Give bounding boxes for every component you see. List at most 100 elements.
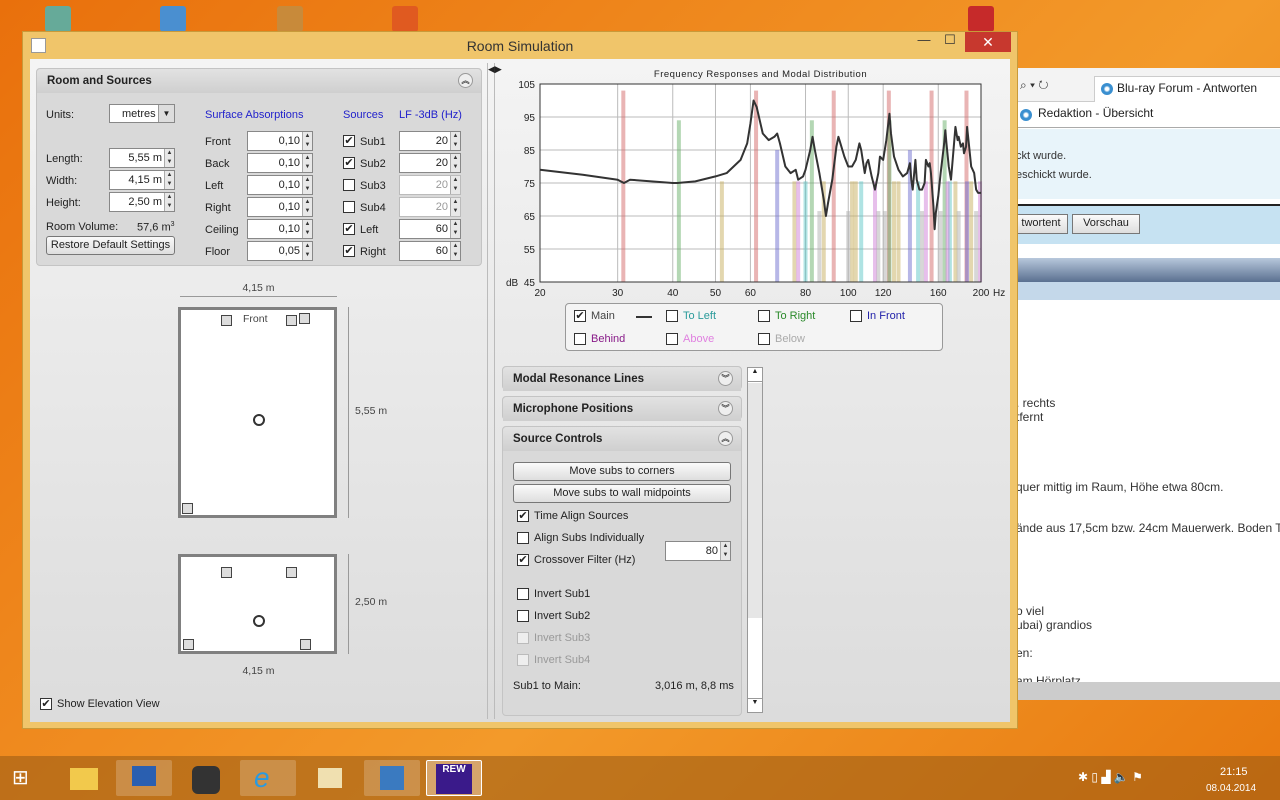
scroll-thumb[interactable] <box>748 383 762 618</box>
desktop-rss-icon[interactable] <box>392 6 418 32</box>
height-input[interactable]: 2,50 m <box>109 192 175 212</box>
scroll-up-icon[interactable]: ▲ <box>748 368 762 382</box>
desktop-pdf-icon[interactable] <box>968 6 994 32</box>
length-input[interactable]: 5,55 m <box>109 148 175 168</box>
absorption-input[interactable]: 0,10 <box>247 131 313 151</box>
right-speaker[interactable] <box>286 567 297 578</box>
option-checkbox[interactable]: ✔ <box>517 554 529 566</box>
right-speaker[interactable] <box>286 315 297 326</box>
legend-checkbox[interactable] <box>666 310 678 322</box>
invert-checkbox[interactable] <box>517 610 529 622</box>
source-checkbox[interactable] <box>343 201 355 213</box>
chevron-down-icon[interactable]: ▼ <box>158 105 174 122</box>
width-input[interactable]: 4,15 m <box>109 170 175 190</box>
preview-button[interactable]: Vorschau <box>1072 214 1140 234</box>
left-speaker[interactable] <box>221 567 232 578</box>
tray-icons[interactable]: ✱ ▯ ▟ 🔈 ⚑ <box>1078 770 1143 784</box>
legend-checkbox[interactable]: ✔ <box>574 310 586 322</box>
start-windows-icon[interactable]: ⊞ <box>12 768 38 790</box>
expand-icon[interactable]: ︾ <box>718 371 733 386</box>
absorption-input[interactable]: 0,10 <box>247 219 313 239</box>
lf-input[interactable]: 20 <box>399 197 461 217</box>
invert-checkbox[interactable] <box>517 588 529 600</box>
units-dropdown[interactable]: metres ▼ <box>109 104 175 123</box>
sub1-speaker[interactable] <box>183 639 194 650</box>
modal-lines-panel[interactable]: Modal Resonance Lines ︾ <box>502 366 742 391</box>
favorite-link[interactable]: Redaktion - Übersicht <box>1038 106 1153 120</box>
option-checkbox[interactable]: ✔ <box>517 510 529 522</box>
source-controls-header[interactable]: Source Controls ︽ <box>503 427 741 451</box>
show-elevation-checkbox[interactable]: ✔ <box>40 698 52 710</box>
file-explorer-icon[interactable] <box>56 760 112 796</box>
clock-time[interactable]: 21:15 <box>1220 766 1248 778</box>
search-refresh-icons[interactable]: ⌕ ▾ ↻ <box>1020 78 1049 93</box>
move-subs-corners-button[interactable]: Move subs to corners <box>513 462 731 481</box>
mic-positions-header[interactable]: Microphone Positions ︾ <box>503 397 741 421</box>
room-elevation-view[interactable] <box>178 554 337 654</box>
maximize-button[interactable]: ☐ <box>937 32 963 52</box>
microphone-icon[interactable] <box>253 414 265 426</box>
source-checkbox[interactable]: ✔ <box>343 223 355 235</box>
lf-input[interactable]: 60 <box>399 241 461 261</box>
absorption-input[interactable]: 0,10 <box>247 153 313 173</box>
minimize-button[interactable]: — <box>911 32 937 52</box>
option-label: Align Subs Individually <box>534 532 645 544</box>
legend-checkbox[interactable] <box>666 333 678 345</box>
microphone-icon[interactable] <box>253 615 265 627</box>
rew-icon[interactable]: REW <box>426 760 482 796</box>
room-sources-header[interactable]: Room and Sources ︽ <box>37 69 481 93</box>
internet-explorer-icon[interactable]: e <box>240 760 296 796</box>
lf-input[interactable]: 20 <box>399 153 461 173</box>
legend-checkbox[interactable] <box>850 310 862 322</box>
absorption-input[interactable]: 0,10 <box>247 175 313 195</box>
remote-desktop-icon[interactable] <box>116 760 172 796</box>
reply-button[interactable]: twortent <box>1014 214 1068 234</box>
desktop-app-icon[interactable] <box>160 6 186 32</box>
source-checkbox[interactable]: ✔ <box>343 245 355 257</box>
absorption-input[interactable]: 0,10 <box>247 197 313 217</box>
collapse-icon[interactable]: ︽ <box>458 73 473 88</box>
legend-checkbox[interactable] <box>574 333 586 345</box>
desktop-finance-icon[interactable] <box>277 6 303 32</box>
mic-positions-panel[interactable]: Microphone Positions ︾ <box>502 396 742 421</box>
crossover-input[interactable]: 80 <box>665 541 731 561</box>
clock-date[interactable]: 08.04.2014 <box>1206 783 1256 794</box>
modal-lines-header[interactable]: Modal Resonance Lines ︾ <box>503 367 741 391</box>
mail-icon[interactable] <box>302 760 358 796</box>
title-bar[interactable]: Room Simulation — ☐ ✕ <box>23 32 1017 59</box>
option-checkbox[interactable] <box>517 532 529 544</box>
show-elevation-label: Show Elevation View <box>57 698 160 710</box>
sub2-speaker[interactable] <box>300 639 311 650</box>
left-speaker[interactable] <box>221 315 232 326</box>
invert-checkbox[interactable] <box>517 654 529 666</box>
post-text: en: <box>1016 646 1033 660</box>
invert-checkbox[interactable] <box>517 632 529 644</box>
splitter[interactable]: ◀▶ <box>487 63 502 719</box>
lf-input[interactable]: 20 <box>399 175 461 195</box>
steam-icon[interactable] <box>178 760 234 796</box>
source-checkbox[interactable]: ✔ <box>343 135 355 147</box>
move-subs-midpoints-button[interactable]: Move subs to wall midpoints <box>513 484 731 503</box>
source-checkbox[interactable]: ✔ <box>343 157 355 169</box>
absorption-input[interactable]: 0,05 <box>247 241 313 261</box>
close-button[interactable]: ✕ <box>965 32 1011 52</box>
scrollbar[interactable]: ▲ ▼ <box>747 367 763 713</box>
legend-checkbox[interactable] <box>758 310 770 322</box>
control-panel-icon[interactable] <box>364 760 420 796</box>
expand-icon[interactable]: ︾ <box>718 401 733 416</box>
legend-checkbox[interactable] <box>758 333 770 345</box>
scroll-down-icon[interactable]: ▼ <box>748 698 762 712</box>
sub1-speaker[interactable] <box>182 503 193 514</box>
y-tick-label: 55 <box>524 245 536 256</box>
modal-bar <box>887 120 892 282</box>
lf-input[interactable]: 20 <box>399 131 461 151</box>
lf-input[interactable]: 60 <box>399 219 461 239</box>
source-checkbox[interactable] <box>343 179 355 191</box>
restore-defaults-button[interactable]: Restore Default Settings <box>46 236 175 255</box>
browser-tab[interactable]: Blu-ray Forum - Antworten <box>1094 76 1280 102</box>
recycle-bin-icon[interactable] <box>45 6 71 32</box>
legend-label: Main <box>591 310 615 322</box>
room-plan-view[interactable]: Front <box>178 307 337 518</box>
sub2-speaker[interactable] <box>299 313 310 324</box>
collapse-icon[interactable]: ︽ <box>718 431 733 446</box>
